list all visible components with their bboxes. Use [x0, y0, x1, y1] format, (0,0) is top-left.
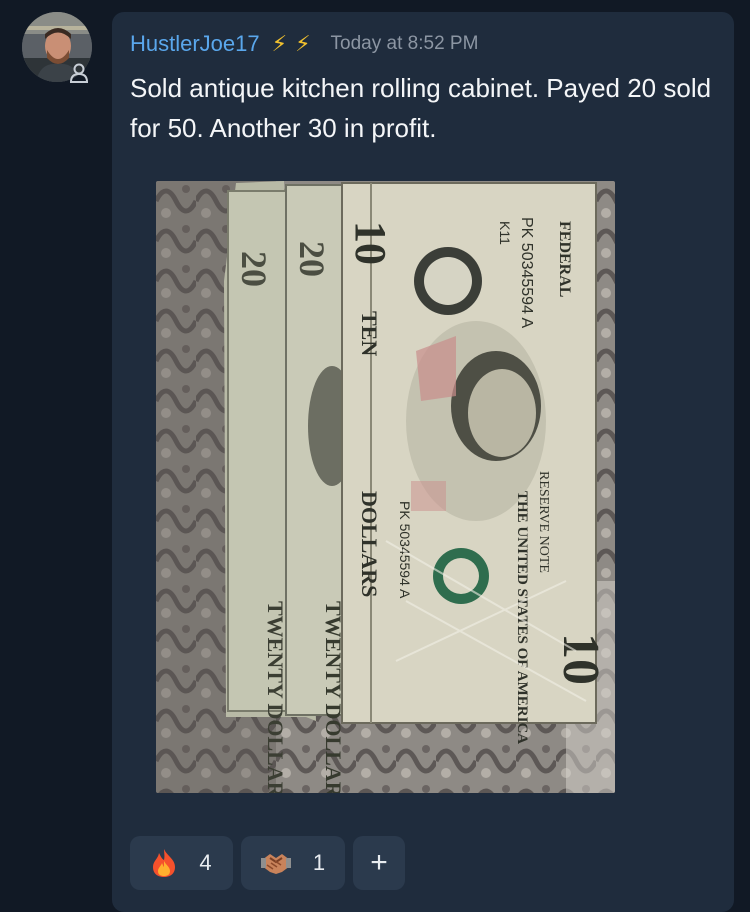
message-header: HustlerJoe17 ⚡ ⚡ Today at 8:52 PM — [130, 30, 478, 58]
reactions-bar: 4 1 + — [130, 836, 405, 890]
plus-icon: + — [370, 846, 388, 879]
user-badges: ⚡ ⚡ — [272, 33, 319, 55]
reaction-handshake-count: 1 — [312, 850, 326, 875]
reaction-fire-count: 4 — [199, 850, 212, 875]
twenty-bill-1-number: 20 — [234, 251, 274, 287]
twenty-bill-1-text: TWENTY DOLLARS — [263, 601, 288, 793]
attached-photo[interactable]: TWENTY DOLLARS 20 TWENTY DOLLARS 20 10 1… — [156, 181, 615, 793]
ten-bill: 10 10 TEN DOLLARS PK 50345594 A K11 PK 5… — [341, 182, 609, 744]
username[interactable]: HustlerJoe17 — [130, 31, 260, 57]
reaction-handshake[interactable]: 1 — [241, 836, 345, 890]
twenty-bill-2-number: 20 — [292, 241, 332, 277]
lightning-icon: ⚡ — [271, 31, 288, 56]
ten-bill-serial-top: PK 50345594 A — [518, 217, 535, 329]
ten-bill-number-top: 10 — [346, 221, 395, 265]
ten-bill-reserve-note: RESERVE NOTE — [536, 471, 551, 573]
ten-bill-serial-bottom: PK 50345594 A — [397, 501, 413, 599]
ten-bill-number-bottom: 10 — [552, 633, 609, 685]
fire-icon — [151, 848, 177, 878]
timestamp: Today at 8:52 PM — [330, 33, 479, 54]
ten-bill-dollars: DOLLARS — [357, 491, 382, 597]
add-reaction-button[interactable]: + — [353, 836, 405, 890]
member-badge-icon — [66, 60, 92, 86]
ten-bill-plate: K11 — [497, 221, 513, 245]
reaction-fire[interactable]: 4 — [130, 836, 233, 890]
lightning-icon: ⚡ — [295, 31, 311, 56]
ten-bill-federal: FEDERAL — [556, 221, 573, 297]
message-text: Sold antique kitchen rolling cabinet. Pa… — [130, 73, 712, 143]
ten-bill-word: TEN — [357, 311, 382, 356]
handshake-icon — [260, 850, 291, 876]
